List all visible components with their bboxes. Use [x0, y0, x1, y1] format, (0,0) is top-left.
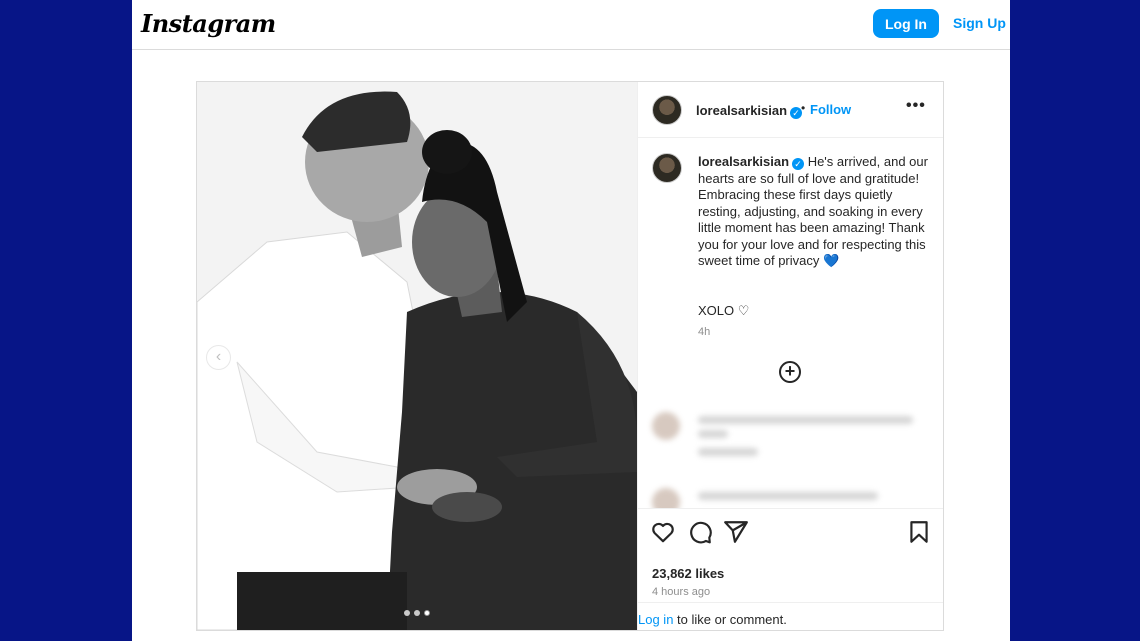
caption-age: 4h: [698, 326, 711, 338]
likes-count[interactable]: 23,862 likes: [652, 566, 724, 581]
author-username[interactable]: lorealsarkisian: [696, 103, 787, 118]
instagram-logo[interactable]: Instagram: [141, 9, 276, 38]
author-avatar[interactable]: [652, 95, 682, 125]
chevron-left-icon[interactable]: ‹: [206, 345, 231, 370]
carousel-dot[interactable]: [404, 610, 410, 616]
more-options-icon[interactable]: •••: [906, 97, 926, 115]
photo-illustration: [197, 82, 637, 630]
bookmark-icon[interactable]: [906, 519, 932, 545]
caption-text: He's arrived, and our hearts are so full…: [698, 154, 928, 268]
caption-avatar[interactable]: [652, 153, 682, 183]
login-prompt: Log in to like or comment.: [638, 602, 943, 630]
login-link[interactable]: Log in: [638, 612, 673, 627]
post-actions: 23,862 likes 4 hours ago Log in to like …: [638, 508, 943, 630]
caption-signoff: XOLO ♡: [698, 303, 749, 319]
carousel-dot[interactable]: [424, 610, 430, 616]
follow-button[interactable]: Follow: [810, 102, 851, 117]
post-photo[interactable]: ‹: [197, 82, 637, 630]
share-icon[interactable]: [723, 519, 749, 545]
add-comment-icon[interactable]: +: [779, 361, 801, 383]
post-card: ‹ lorealsarkisian ✓ • Follow ••• lorealsa…: [196, 81, 944, 631]
post-timestamp[interactable]: 4 hours ago: [652, 586, 710, 598]
caption-username[interactable]: lorealsarkisian: [698, 154, 789, 169]
post-sidebar: lorealsarkisian ✓ • Follow ••• lorealsark…: [637, 82, 943, 630]
heart-icon[interactable]: [650, 519, 676, 545]
author-username-header[interactable]: lorealsarkisian ✓: [696, 102, 803, 120]
post-caption: lorealsarkisian ✓ He's arrived, and our h…: [698, 154, 930, 270]
carousel-dot[interactable]: [414, 610, 420, 616]
instagram-page: Instagram Log In Sign Up ‹ lorealsarkisi…: [132, 0, 1010, 641]
login-prompt-text: to like or comment.: [673, 612, 787, 627]
blue-heart-emoji: 💙: [823, 253, 840, 268]
carousel-dots: [404, 610, 430, 616]
comment-icon[interactable]: [687, 519, 713, 545]
verified-badge-icon: ✓: [792, 158, 805, 170]
signup-link[interactable]: Sign Up: [953, 15, 1006, 31]
post-header: lorealsarkisian ✓ • Follow •••: [638, 82, 943, 138]
signoff-text: XOLO: [698, 303, 735, 318]
login-button[interactable]: Log In: [873, 9, 939, 38]
top-navigation-bar: Instagram Log In Sign Up: [132, 0, 1010, 50]
heart-outline-emoji: ♡: [737, 303, 750, 318]
separator-dot: •: [801, 101, 806, 115]
